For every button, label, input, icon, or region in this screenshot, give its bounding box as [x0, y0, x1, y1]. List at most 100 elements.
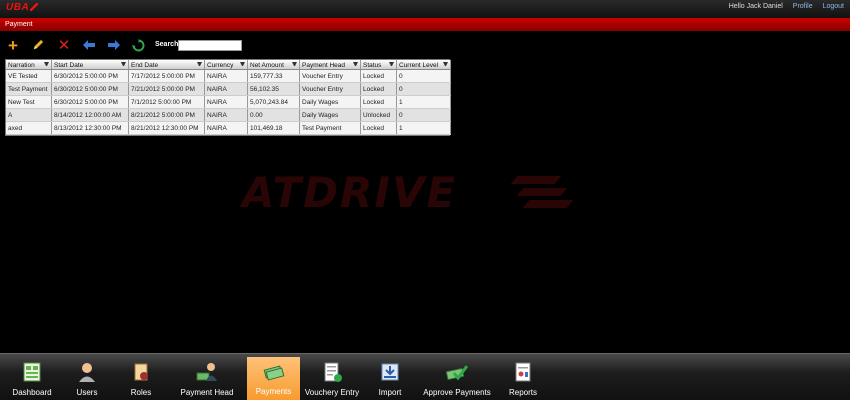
table-cell: 0 — [397, 70, 451, 82]
filter-icon[interactable] — [240, 62, 245, 67]
import-icon — [379, 361, 401, 383]
dock-item-import[interactable]: Import — [366, 358, 414, 400]
table-cell: 0 — [397, 83, 451, 95]
column-header-end-date[interactable]: End Date — [129, 60, 205, 69]
table-row[interactable]: Test Payment 6/30/2012 5:00:00 PM 7/21/201… — [6, 83, 451, 96]
table-cell: Test Payment — [6, 83, 52, 95]
table-cell: NAIRA — [205, 70, 248, 82]
table-row[interactable]: A 8/14/2012 12:00:00 AM 8/21/2012 5:00:00 … — [6, 109, 451, 122]
table-cell: 1 — [397, 96, 451, 108]
column-header-net-amount[interactable]: Net Amount — [248, 60, 300, 69]
column-header-payment-head[interactable]: Payment Head — [300, 60, 361, 69]
table-row[interactable]: VE Tested 6/30/2012 5:00:00 PM 7/17/2012 5… — [6, 70, 451, 83]
search-input[interactable] — [178, 40, 242, 51]
bottom-dock: Dashboard Users Roles Payment Head Payments V… — [0, 353, 850, 400]
column-header-status[interactable]: Status — [361, 60, 397, 69]
table-cell: 6/30/2012 5:00:00 PM — [52, 96, 129, 108]
dock-item-label: Import — [378, 388, 402, 397]
dock-item-users[interactable]: Users — [62, 358, 112, 400]
user-area: Hello Jack Daniel Profile Logout — [729, 3, 844, 10]
table-cell: axed — [6, 122, 52, 134]
back-arrow-icon[interactable] — [82, 38, 96, 52]
dock-item-label: Users — [76, 388, 98, 397]
dock-item-payment-head[interactable]: Payment Head — [170, 358, 244, 400]
dock-item-vouchery-entry[interactable]: Vouchery Entry — [303, 358, 361, 400]
users-icon — [76, 361, 98, 383]
table-cell: Locked — [361, 96, 397, 108]
forward-arrow-icon[interactable] — [107, 38, 121, 52]
filter-icon[interactable] — [197, 62, 202, 67]
watermark-chevron-2 — [516, 188, 568, 196]
refresh-icon[interactable] — [131, 38, 145, 52]
grid-body: VE Tested 6/30/2012 5:00:00 PM 7/17/2012 5… — [6, 70, 451, 136]
filter-icon[interactable] — [353, 62, 358, 67]
table-cell: 8/21/2012 5:00:00 PM — [129, 109, 205, 121]
table-cell: 8/13/2012 12:30:00 PM — [52, 122, 129, 134]
payment-head-icon — [196, 361, 218, 383]
table-cell: 56,102.35 — [248, 83, 300, 95]
table-cell: 5,070,243.84 — [248, 96, 300, 108]
table-cell: 8/21/2012 12:30:00 PM — [129, 122, 205, 134]
page-title: Payment — [5, 21, 33, 28]
table-cell: Locked — [361, 70, 397, 82]
payments-grid: Narration Start Date End Date Currency Net A… — [5, 59, 451, 136]
dock-item-reports[interactable]: Reports — [500, 358, 546, 400]
add-icon[interactable]: + — [6, 37, 20, 54]
table-cell: NAIRA — [205, 83, 248, 95]
table-row[interactable]: New Test 6/30/2012 5:00:00 PM 7/1/2012 5:0… — [6, 96, 451, 109]
filter-icon[interactable] — [443, 62, 448, 67]
approve-payments-icon — [445, 361, 469, 383]
table-cell: Voucher Entry — [300, 70, 361, 82]
filter-icon[interactable] — [389, 62, 394, 67]
search-label: Search — [155, 41, 179, 48]
dashboard-icon — [21, 361, 43, 383]
table-cell: Locked — [361, 122, 397, 134]
dock-item-payments[interactable]: Payments — [247, 357, 300, 400]
table-cell: Locked — [361, 83, 397, 95]
toolbar: + ✕ Search — [0, 35, 850, 55]
table-cell: 159,777.33 — [248, 70, 300, 82]
table-cell: NAIRA — [205, 109, 248, 121]
filter-icon[interactable] — [44, 62, 49, 67]
dock-item-label: Reports — [508, 388, 537, 397]
grid-header: Narration Start Date End Date Currency Net A… — [6, 60, 451, 70]
table-cell: 7/17/2012 5:00:00 PM — [129, 70, 205, 82]
dock-item-label: Approve Payments — [423, 388, 491, 397]
uba-logo: UBA — [6, 2, 39, 13]
column-header-narration[interactable]: Narration — [6, 60, 52, 69]
table-cell: NAIRA — [205, 96, 248, 108]
delete-icon[interactable]: ✕ — [57, 38, 71, 53]
column-header-currency[interactable]: Currency — [205, 60, 248, 69]
roles-icon — [130, 361, 152, 383]
table-cell: Unlocked — [361, 109, 397, 121]
app-header: UBA Hello Jack Daniel Profile Logout — [0, 0, 850, 18]
column-header-current-level[interactable]: Current Level — [397, 60, 451, 69]
table-cell: 1 — [397, 122, 451, 134]
column-header-start-date[interactable]: Start Date — [52, 60, 129, 69]
table-row[interactable]: axed 8/13/2012 12:30:00 PM 8/21/2012 12:30… — [6, 122, 451, 135]
table-cell: New Test — [6, 96, 52, 108]
table-cell: 0.00 — [248, 109, 300, 121]
page-title-bar: Payment — [0, 18, 850, 31]
table-cell: Daily Wages — [300, 109, 361, 121]
watermark-chevron-3 — [522, 200, 574, 208]
table-cell: 6/30/2012 5:00:00 PM — [52, 70, 129, 82]
table-cell: A — [6, 109, 52, 121]
dock-item-label: Payments — [255, 387, 292, 396]
logout-link[interactable]: Logout — [823, 3, 844, 10]
dock-item-approve-payments[interactable]: Approve Payments — [418, 358, 496, 400]
dock-item-dashboard[interactable]: Dashboard — [8, 358, 56, 400]
filter-icon[interactable] — [292, 62, 297, 67]
edit-icon[interactable] — [31, 38, 45, 52]
dock-item-roles[interactable]: Roles — [118, 358, 164, 400]
reports-icon — [512, 361, 534, 383]
logo-mark-icon — [30, 3, 39, 11]
filter-icon[interactable] — [121, 62, 126, 67]
atdrive-watermark: ATDRIVE — [242, 168, 582, 218]
table-cell: Test Payment — [300, 122, 361, 134]
table-cell: Voucher Entry — [300, 83, 361, 95]
logo-text: UBA — [6, 2, 30, 13]
dock-item-label: Dashboard — [12, 388, 52, 397]
profile-link[interactable]: Profile — [793, 3, 813, 10]
greeting: Hello Jack Daniel — [728, 3, 783, 10]
